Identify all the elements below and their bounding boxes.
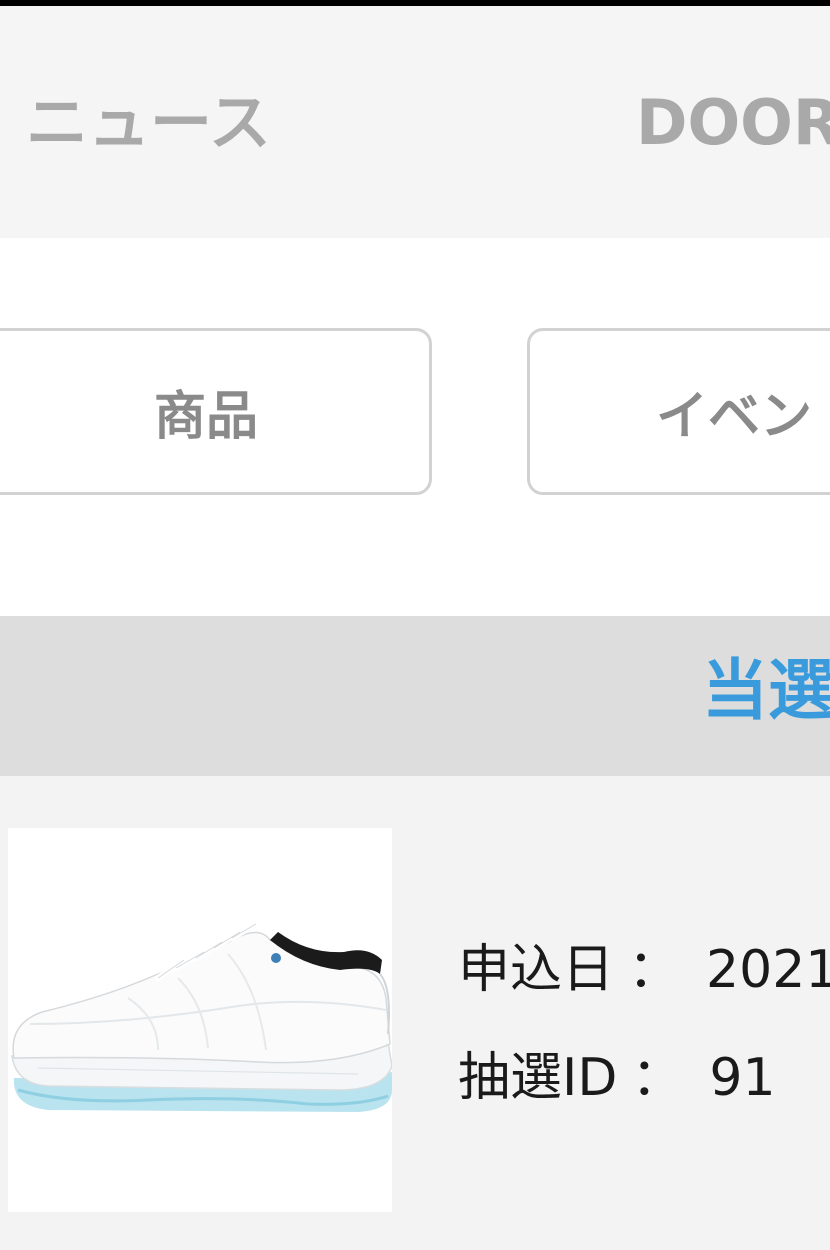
nav-tab-news[interactable]: ニュース [26,92,271,154]
lottery-history-page: ニュース DOOR 商品 イベン 当選 申込日 ： 2021 抽選ID ： 91 [0,0,830,1250]
application-date-value: 2021 [706,940,830,1000]
lottery-id-label: 抽選ID [458,1048,618,1108]
sneaker-image[interactable] [8,828,393,1212]
lottery-id-row: 抽選ID： 91 [458,1052,776,1104]
filter-event-label: イベン [656,387,813,447]
separator: ： [628,940,681,1000]
winner-status-label: 当選 [702,652,830,729]
top-navigation: ニュース DOOR [0,6,830,238]
filter-event-button[interactable]: イベン [527,328,830,495]
nav-tab-door[interactable]: DOOR [636,92,830,154]
filter-product-button[interactable]: 商品 [0,328,432,495]
status-header: 当選 [0,616,830,776]
application-date-row: 申込日： 2021 [458,944,830,996]
filter-product-label: 商品 [153,387,258,447]
separator: ： [631,1048,684,1108]
category-filters: 商品 イベン [0,238,830,616]
lottery-id-value: 91 [709,1048,776,1108]
sneaker-illustration [11,921,393,1112]
lottery-entry[interactable]: 申込日： 2021 抽選ID： 91 [0,776,830,1250]
application-date-label: 申込日 [458,940,615,1000]
